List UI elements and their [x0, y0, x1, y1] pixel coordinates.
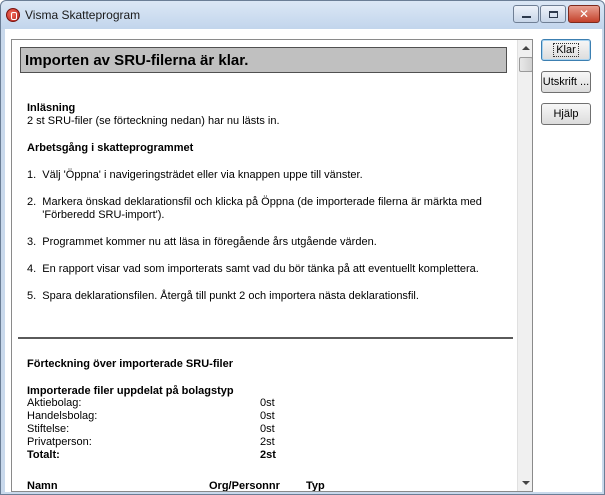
- column-header-name: Namn: [27, 480, 58, 492]
- scroll-up-button[interactable]: [518, 40, 532, 56]
- total-value: 2st: [260, 449, 276, 461]
- close-button[interactable]: ✕: [568, 5, 600, 23]
- minimize-icon: [521, 16, 531, 18]
- klar-button-label: Klar: [553, 43, 579, 57]
- report-heading-box: Importen av SRU-filerna är klar.: [20, 47, 507, 73]
- print-button[interactable]: Utskrift ...: [541, 71, 591, 93]
- step-item: 'Förberedd SRU-import').: [27, 209, 165, 221]
- close-icon: ✕: [578, 7, 590, 21]
- step-item: 1. Välj 'Öppna' i navigeringsträdet elle…: [27, 169, 363, 181]
- help-button[interactable]: Hjälp: [541, 103, 591, 125]
- title-bar[interactable]: Visma Skatteprogram ✕: [1, 1, 604, 29]
- count-label: Privatperson:: [27, 436, 92, 448]
- vertical-scrollbar[interactable]: [517, 40, 532, 491]
- inlasning-text: 2 st SRU-filer (se förteckning nedan) ha…: [27, 115, 280, 127]
- list-title: Förteckning över importerade SRU-filer: [27, 358, 233, 370]
- arrow-up-icon: [522, 46, 530, 50]
- arrow-down-icon: [522, 481, 530, 485]
- count-label: Handelsbolag:: [27, 410, 98, 422]
- step-item: 3. Programmet kommer nu att läsa in före…: [27, 236, 377, 248]
- section-divider: [18, 337, 513, 339]
- step-item: 5. Spara deklarationsfilen. Återgå till …: [27, 290, 419, 302]
- total-label: Totalt:: [27, 449, 60, 461]
- client-area: Importen av SRU-filerna är klar. Inläsni…: [5, 29, 602, 492]
- report-heading: Importen av SRU-filerna är klar.: [25, 52, 249, 69]
- arbetsgang-title: Arbetsgång i skatteprogrammet: [27, 142, 194, 154]
- column-header-type: Typ: [306, 480, 325, 492]
- step-item: 4. En rapport visar vad som importerats …: [27, 263, 479, 275]
- count-value: 0st: [260, 397, 275, 409]
- count-label: Stiftelse:: [27, 423, 70, 435]
- count-label: Aktiebolag:: [27, 397, 82, 409]
- report-panel: Importen av SRU-filerna är klar. Inläsni…: [11, 39, 533, 492]
- count-value: 0st: [260, 410, 275, 422]
- app-window: Visma Skatteprogram ✕ Importen av SRU-fi…: [0, 0, 605, 495]
- klar-button[interactable]: Klar: [541, 39, 591, 61]
- visma-app-icon: [6, 8, 20, 22]
- maximize-button[interactable]: [540, 5, 566, 23]
- step-item: 2. Markera önskad deklarationsfil och kl…: [27, 196, 482, 208]
- scroll-down-button[interactable]: [518, 475, 532, 491]
- scroll-thumb[interactable]: [519, 57, 532, 72]
- print-button-label: Utskrift ...: [542, 76, 590, 88]
- inlasning-title: Inläsning: [27, 102, 76, 114]
- count-value: 0st: [260, 423, 275, 435]
- column-header-orgnr: Org/Personnr: [209, 480, 280, 492]
- split-title: Importerade filer uppdelat på bolagstyp: [27, 385, 234, 397]
- report-content: Importen av SRU-filerna är klar. Inläsni…: [12, 40, 517, 492]
- window-title: Visma Skatteprogram: [25, 8, 141, 22]
- count-value: 2st: [260, 436, 275, 448]
- maximize-icon: [548, 10, 558, 18]
- help-button-label: Hjälp: [553, 108, 579, 120]
- minimize-button[interactable]: [513, 5, 539, 23]
